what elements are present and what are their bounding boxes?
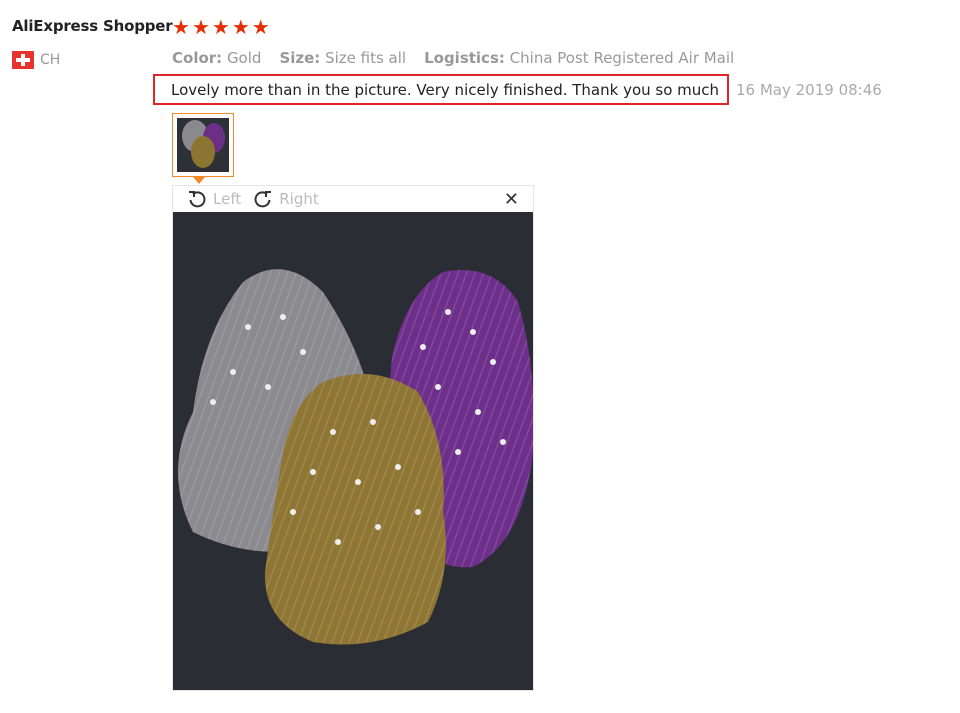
product-attributes: Color: Gold Size: Size fits all Logistic… <box>172 49 734 67</box>
rotate-right-label: Right <box>279 190 319 208</box>
photo-thumbnail[interactable] <box>172 113 234 177</box>
review-date: 16 May 2019 08:46 <box>736 81 882 99</box>
review-text: Lovely more than in the picture. Very ni… <box>171 80 720 99</box>
attr-size-value: Size fits all <box>325 49 407 67</box>
review-text-highlight: Lovely more than in the picture. Very ni… <box>153 74 729 105</box>
attr-size: Size: Size fits all <box>279 49 406 67</box>
rotate-left-button[interactable]: Left <box>187 189 241 209</box>
attr-logistics: Logistics: China Post Registered Air Mai… <box>424 49 734 67</box>
star-icon: ★ <box>251 15 270 39</box>
swiss-flag-icon <box>12 51 34 69</box>
attr-logistics-value: China Post Registered Air Mail <box>509 49 735 67</box>
thumbnail-pointer <box>193 177 205 184</box>
close-icon[interactable]: ✕ <box>504 189 519 210</box>
rating-stars: ★ ★ ★ ★ ★ <box>172 17 270 37</box>
review-photo <box>173 212 533 690</box>
star-icon: ★ <box>191 15 210 39</box>
attr-color-value: Gold <box>226 49 262 67</box>
attr-color: Color: Gold <box>172 49 261 67</box>
rotate-right-icon <box>254 191 272 208</box>
country-code: CH <box>40 52 61 68</box>
viewer-toolbar: Left Right ✕ <box>173 186 533 212</box>
star-icon: ★ <box>231 15 250 39</box>
attr-color-name: Color: <box>172 49 223 67</box>
thumbnail-image <box>177 118 229 172</box>
rotate-left-icon <box>189 191 206 208</box>
country: CH <box>12 51 60 69</box>
rotate-left-label: Left <box>213 190 242 208</box>
image-viewer: Left Right ✕ <box>172 185 534 691</box>
star-icon: ★ <box>172 15 190 39</box>
attr-size-name: Size: <box>279 49 321 67</box>
star-icon: ★ <box>211 15 230 39</box>
attr-logistics-name: Logistics: <box>424 49 505 67</box>
rotate-right-button[interactable]: Right <box>253 189 319 209</box>
user-name: AliExpress Shopper <box>12 17 173 35</box>
